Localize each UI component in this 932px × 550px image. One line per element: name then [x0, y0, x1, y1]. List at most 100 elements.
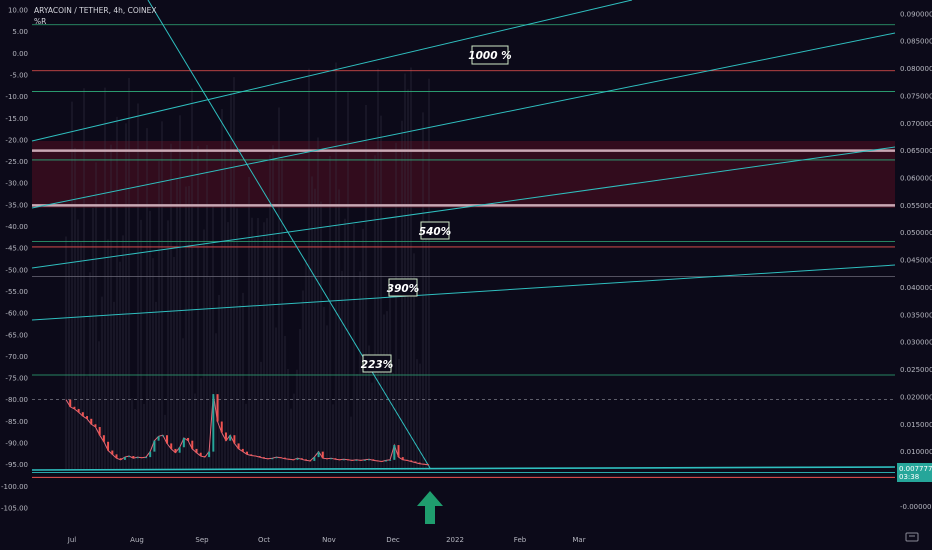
- price-candle: [237, 443, 240, 449]
- right-axis-tick: 0.050000: [900, 229, 932, 237]
- price-candle: [309, 460, 312, 462]
- price-candle: [187, 437, 190, 441]
- left-axis-tick: -70.00: [5, 353, 28, 361]
- right-axis-tick: 0.015000: [900, 421, 932, 429]
- x-axis-tick: Mar: [572, 536, 585, 544]
- price-candle: [347, 459, 350, 461]
- price-candle: [102, 435, 105, 442]
- price-candle: [410, 460, 413, 462]
- left-axis-tick: -45.00: [5, 245, 28, 253]
- right-axis-tick: 0.085000: [900, 38, 932, 46]
- left-axis-tick: -15.00: [5, 115, 28, 123]
- price-candle: [128, 456, 131, 458]
- price-badge: 0.007777 03:38: [897, 463, 932, 482]
- right-axis-tick: 0.080000: [900, 65, 932, 73]
- price-candle: [397, 445, 400, 458]
- price-candle: [325, 458, 328, 460]
- left-axis-tick: -95.00: [5, 461, 28, 469]
- price-candle: [292, 459, 295, 461]
- left-axis-tick: -100.00: [1, 483, 28, 491]
- price-badge-countdown: 03:38: [899, 473, 919, 481]
- price-candle: [174, 448, 177, 453]
- price-candle: [258, 456, 261, 458]
- left-axis-tick: -30.00: [5, 180, 28, 188]
- right-axis-tick: -0.000000: [900, 503, 932, 511]
- right-axis-tick: 0.020000: [900, 393, 932, 401]
- price-candle: [140, 457, 143, 459]
- x-axis-tick: 2022: [446, 536, 464, 544]
- price-candle: [405, 459, 408, 461]
- left-axis-tick: 5.00: [12, 28, 28, 36]
- x-axis-tick: Aug: [130, 536, 144, 544]
- left-axis-tick: -85.00: [5, 418, 28, 426]
- price-candle: [427, 464, 429, 466]
- left-axis-tick: -80.00: [5, 396, 28, 404]
- price-candle: [119, 458, 122, 460]
- price-candle: [288, 458, 291, 460]
- x-axis-tick: Oct: [258, 536, 270, 544]
- price-candle: [199, 452, 202, 457]
- price-candle: [86, 416, 89, 419]
- left-axis-tick: -55.00: [5, 288, 28, 296]
- left-axis-tick: -65.00: [5, 331, 28, 339]
- price-candle: [166, 435, 169, 444]
- price-candle: [393, 445, 396, 460]
- price-candle: [203, 456, 206, 458]
- price-candle: [283, 457, 286, 459]
- right-axis-tick: 0.025000: [900, 366, 932, 374]
- price-candle: [94, 424, 97, 428]
- price-candle: [338, 459, 341, 461]
- price-candle: [250, 454, 253, 456]
- price-candle: [182, 437, 185, 448]
- x-axis-tick: Nov: [322, 536, 336, 544]
- left-axis-tick: -90.00: [5, 440, 28, 448]
- price-candle: [401, 457, 404, 460]
- price-candle: [317, 451, 320, 458]
- price-candle: [229, 435, 232, 441]
- price-candle: [334, 458, 337, 460]
- left-axis-tick: -60.00: [5, 310, 28, 318]
- price-candle: [351, 459, 354, 461]
- x-axis-tick: Feb: [514, 536, 527, 544]
- price-candle: [161, 435, 164, 437]
- price-candle: [372, 459, 375, 461]
- price-candle: [296, 458, 299, 460]
- price-candle: [81, 412, 84, 417]
- price-candle: [279, 457, 282, 459]
- annotation-1000: 1000 %: [468, 50, 511, 62]
- price-candle: [73, 406, 76, 409]
- price-candle: [170, 443, 173, 449]
- price-candle: [330, 458, 333, 460]
- price-candle: [275, 457, 278, 459]
- price-candle: [195, 448, 198, 453]
- price-candle: [363, 459, 366, 461]
- price-candle: [262, 457, 265, 459]
- price-candle: [157, 436, 160, 441]
- price-candle: [98, 427, 101, 436]
- price-candle: [313, 457, 316, 461]
- left-axis-tick: 0.00: [12, 50, 28, 58]
- price-candle: [208, 451, 211, 458]
- left-axis-tick: -10.00: [5, 93, 28, 101]
- price-candle: [241, 448, 244, 452]
- price-candle: [216, 394, 219, 422]
- right-axis-tick: 0.035000: [900, 311, 932, 319]
- price-candle: [144, 457, 147, 459]
- right-axis-tick: 0.010000: [900, 448, 932, 456]
- price-candle: [224, 432, 227, 441]
- price-candle: [123, 457, 126, 460]
- price-candle: [178, 447, 181, 453]
- price-candle: [271, 458, 274, 460]
- price-candle: [359, 459, 362, 461]
- price-candle: [384, 460, 387, 462]
- x-axis-tick: Dec: [386, 536, 400, 544]
- price-candle: [376, 460, 379, 462]
- right-axis-tick: 0.070000: [900, 120, 932, 128]
- price-candle: [233, 435, 236, 444]
- price-candle: [212, 394, 215, 452]
- left-axis-tick: -50.00: [5, 266, 28, 274]
- price-candle: [77, 408, 80, 413]
- right-axis-tick: 0.055000: [900, 202, 932, 210]
- price-candle: [69, 399, 72, 407]
- left-axis-tick: -20.00: [5, 136, 28, 144]
